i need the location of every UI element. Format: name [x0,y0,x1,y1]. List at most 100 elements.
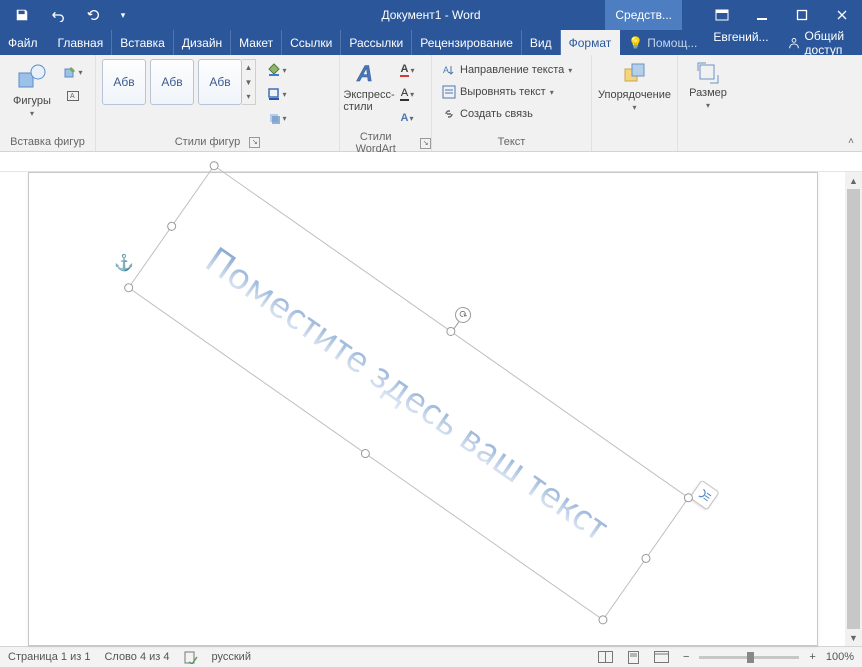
zoom-slider-thumb[interactable] [747,652,754,663]
shape-fill-button[interactable] [266,59,288,81]
read-mode-button[interactable] [595,648,617,666]
page[interactable]: ⚓ ⟳ Поместите здесь ваш текст [28,172,818,646]
wordart-text[interactable]: Поместите здесь ваш текст [129,166,687,619]
text-effects-button[interactable]: A [396,107,418,129]
group-arrange: Упорядочение ▾ [592,55,678,151]
size-label: Размер [689,87,727,99]
arrange-button[interactable]: Упорядочение ▾ [598,59,671,112]
wordart-quick-styles-label: Экспресс- стили [343,89,394,113]
contextual-tools-label: Средств... [605,0,682,30]
collapse-ribbon-button[interactable]: ˄ [844,134,858,149]
shape-effects-button[interactable] [266,107,288,129]
layout-options-button[interactable] [689,480,720,511]
shape-style-preset-3[interactable]: Абв [198,59,242,105]
zoom-level[interactable]: 100% [826,651,854,663]
shape-outline-button[interactable] [266,83,288,105]
gallery-up-icon[interactable]: ▲ [242,60,255,75]
tab-review[interactable]: Рецензирование [412,30,522,55]
tab-design[interactable]: Дизайн [174,30,231,55]
link-icon [442,107,456,121]
ribbon-tabs: Файл Главная Вставка Дизайн Макет Ссылки… [0,30,862,55]
svg-text:A: A [443,65,449,75]
page-count[interactable]: Страница 1 из 1 [8,651,90,663]
group-label-insert-shapes: Вставка фигур [0,134,95,151]
share-icon [787,36,801,50]
tab-mailings[interactable]: Рассылки [341,30,412,55]
save-button[interactable] [6,0,38,30]
horizontal-ruler[interactable] [0,152,862,172]
group-insert-shapes: Фигуры ▾ A Вставка фигур [0,55,96,151]
vertical-scrollbar[interactable]: ▲ ▼ [845,172,862,646]
zoom-slider[interactable] [699,656,799,659]
rotate-handle[interactable]: ⟳ [452,304,474,326]
align-text-icon [442,85,456,99]
group-label-shape-styles: Стили фигур [175,136,240,148]
group-label-text: Текст [432,134,591,151]
shapes-gallery-button[interactable]: Фигуры ▾ [6,59,58,118]
create-link-button[interactable]: Создать связь [438,103,537,125]
tab-format[interactable]: Формат [561,30,621,55]
redo-button[interactable] [78,0,110,30]
share-label: Общий доступ [805,29,852,57]
share-button[interactable]: Общий доступ [777,30,862,55]
lightbulb-icon: 💡 [628,36,643,50]
text-outline-button[interactable]: A [396,83,418,105]
tab-references[interactable]: Ссылки [282,30,341,55]
wordart-object[interactable]: ⟳ Поместите здесь ваш текст [128,165,689,621]
web-layout-button[interactable] [651,648,673,666]
language-button[interactable]: русский [212,651,251,663]
minimize-button[interactable] [742,0,782,30]
arrange-label: Упорядочение [598,89,671,101]
text-direction-button[interactable]: A Направление текста▾ [438,59,576,81]
svg-text:A: A [70,93,75,100]
edit-shape-button[interactable] [62,61,84,83]
tell-me-label: Помощ... [647,36,697,50]
quick-access-toolbar: ▾ [0,0,132,30]
ribbon-display-options-button[interactable] [702,0,742,30]
group-shape-styles: Абв Абв Абв ▲ ▼ ▾ Стили фигур ↘ [96,55,340,151]
proofing-icon[interactable] [184,650,198,664]
qat-customize-button[interactable]: ▾ [114,0,132,30]
shapes-label: Фигуры [13,95,51,107]
tab-insert[interactable]: Вставка [112,30,174,55]
group-label-wordart-styles: Стили WordArt [340,131,411,155]
status-bar: Страница 1 из 1 Слово 4 из 4 русский − +… [0,646,862,667]
tab-home[interactable]: Главная [50,30,113,55]
shape-style-preset-2[interactable]: Абв [150,59,194,105]
draw-textbox-button[interactable]: A [62,85,84,107]
size-button[interactable]: Размер ▾ [684,59,732,110]
wordart-bounding-box[interactable]: Поместите здесь ваш текст [128,165,689,621]
group-text: A Направление текста▾ Выровнять текст▾ С… [432,55,592,151]
window-title: Документ1 - Word [381,8,480,22]
shape-style-gallery-more[interactable]: ▲ ▼ ▾ [242,59,256,105]
maximize-button[interactable] [782,0,822,30]
wordart-styles-dialog-launcher[interactable]: ↘ [420,138,431,149]
account-name[interactable]: Евгений... [705,30,776,55]
tab-view[interactable]: Вид [522,30,561,55]
tell-me-search[interactable]: 💡 Помощ... [620,30,705,55]
tab-file[interactable]: Файл [0,30,50,55]
tab-layout[interactable]: Макет [231,30,282,55]
align-text-button[interactable]: Выровнять текст▾ [438,81,558,103]
shape-style-preset-1[interactable]: Абв [102,59,146,105]
close-button[interactable] [822,0,862,30]
zoom-out-button[interactable]: − [679,651,693,663]
scroll-up-button[interactable]: ▲ [845,172,862,189]
print-layout-button[interactable] [623,648,645,666]
gallery-more-icon[interactable]: ▾ [242,89,255,104]
group-size: Размер ▾ [678,55,738,151]
title-bar: ▾ Документ1 - Word Средств... [0,0,862,30]
shape-styles-dialog-launcher[interactable]: ↘ [249,137,260,148]
scroll-down-button[interactable]: ▼ [845,629,862,646]
text-direction-icon: A [442,63,456,77]
text-fill-button[interactable]: A [396,59,418,81]
ribbon: Фигуры ▾ A Вставка фигур Абв Абв Абв ▲ ▼… [0,55,862,152]
zoom-in-button[interactable]: + [805,651,819,663]
anchor-icon: ⚓ [114,253,134,273]
undo-button[interactable] [42,0,74,30]
gallery-down-icon[interactable]: ▼ [242,75,255,90]
scroll-thumb[interactable] [847,189,860,629]
wordart-quick-styles-button[interactable]: A Экспресс- стили [346,59,392,113]
svg-text:A: A [356,61,373,86]
word-count[interactable]: Слово 4 из 4 [104,651,169,663]
